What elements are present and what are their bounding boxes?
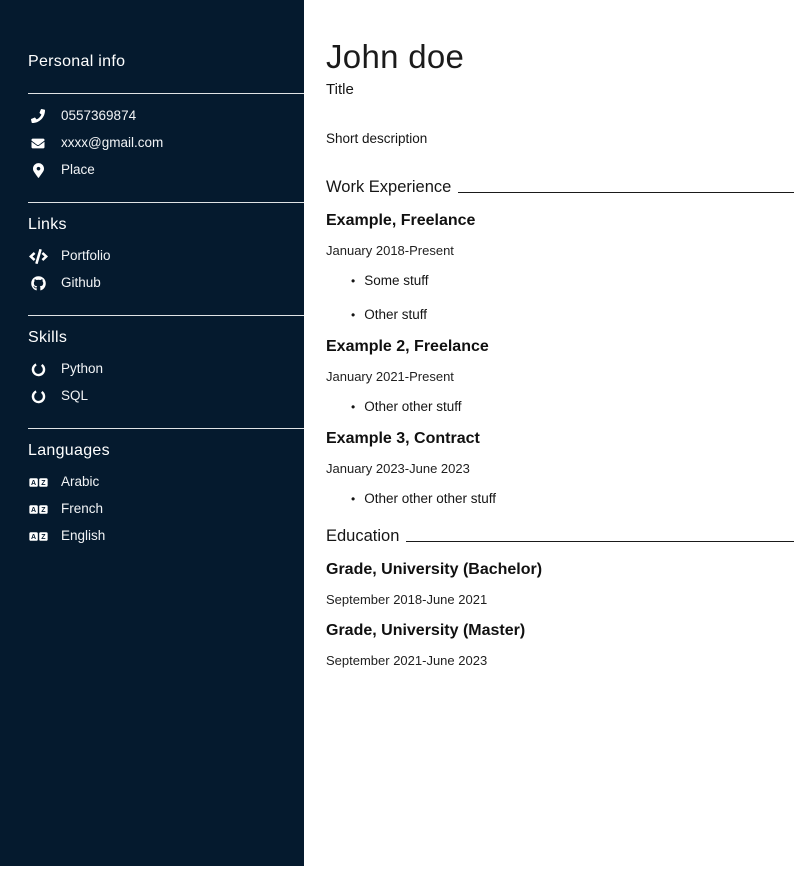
bullet-dot: •	[351, 307, 355, 323]
section-title: Education	[326, 526, 399, 546]
candidate-name: John doe	[326, 38, 794, 76]
bullet-text: Other other stuff	[364, 399, 461, 415]
map-marker-icon	[28, 162, 48, 178]
github-link-label: Github	[61, 275, 101, 291]
job-title: Title	[326, 81, 794, 98]
sidebar: Personal info 0557369874 xxxx@gmail.com …	[0, 0, 304, 866]
education-section-heading: Education	[326, 526, 794, 546]
language-icon: AZ	[28, 501, 48, 517]
circle-notch-icon	[28, 388, 48, 404]
code-icon	[28, 248, 48, 264]
work-experience-section-heading: Work Experience	[326, 177, 794, 197]
divider	[28, 202, 304, 203]
skill-sql-row: SQL	[28, 388, 304, 404]
circle-notch-icon	[28, 361, 48, 377]
list-item: • Other stuff	[351, 307, 794, 323]
education-entry-dates: September 2018-June 2021	[326, 592, 794, 607]
divider	[28, 93, 304, 94]
bullet-text: Some stuff	[364, 273, 428, 289]
section-rule	[458, 192, 794, 193]
language-label: Arabic	[61, 474, 99, 490]
skill-label: SQL	[61, 388, 88, 404]
language-english-row: AZ English	[28, 528, 304, 544]
svg-text:Z: Z	[41, 479, 46, 486]
short-description: Short description	[326, 131, 794, 146]
svg-text:A: A	[31, 506, 36, 513]
bullet-dot: •	[351, 273, 355, 289]
skills-heading: Skills	[28, 328, 304, 347]
links-heading: Links	[28, 215, 304, 234]
bullet-list: • Other other other stuff	[326, 491, 794, 507]
work-entry-dates: January 2021-Present	[326, 369, 794, 384]
link-github[interactable]: Github	[28, 275, 304, 291]
link-portfolio[interactable]: Portfolio	[28, 248, 304, 264]
bullet-dot: •	[351, 399, 355, 415]
portfolio-link-label: Portfolio	[61, 248, 111, 264]
language-french-row: AZ French	[28, 501, 304, 517]
svg-text:Z: Z	[41, 533, 46, 540]
skill-python-row: Python	[28, 361, 304, 377]
svg-text:Z: Z	[41, 506, 46, 513]
list-item: • Some stuff	[351, 273, 794, 289]
list-item: • Other other stuff	[351, 399, 794, 415]
work-entry-dates: January 2018-Present	[326, 243, 794, 258]
language-label: French	[61, 501, 103, 517]
contact-place-row: Place	[28, 162, 304, 178]
main-content: John doe Title Short description Work Ex…	[304, 0, 794, 869]
bullet-dot: •	[351, 491, 355, 507]
skill-label: Python	[61, 361, 103, 377]
work-entry-dates: January 2023-June 2023	[326, 461, 794, 476]
list-item: • Other other other stuff	[351, 491, 794, 507]
bullet-text: Other stuff	[364, 307, 427, 323]
personal-info-heading: Personal info	[28, 52, 304, 71]
education-entry-title: Grade, University (Master)	[326, 621, 794, 640]
language-arabic-row: AZ Arabic	[28, 474, 304, 490]
phone-number: 0557369874	[61, 108, 136, 124]
bullet-list: • Some stuff • Other stuff	[326, 273, 794, 323]
envelope-icon	[28, 135, 48, 151]
svg-text:A: A	[31, 479, 36, 486]
education-entry-title: Grade, University (Bachelor)	[326, 560, 794, 579]
divider	[28, 428, 304, 429]
bullet-list: • Other other stuff	[326, 399, 794, 415]
work-entry-title: Example 2, Freelance	[326, 337, 794, 356]
contact-phone-row: 0557369874	[28, 108, 304, 124]
bullet-text: Other other other stuff	[364, 491, 496, 507]
github-icon	[28, 275, 48, 291]
language-icon: AZ	[28, 474, 48, 490]
resume-page: Personal info 0557369874 xxxx@gmail.com …	[0, 0, 794, 869]
svg-text:A: A	[31, 533, 36, 540]
email-address: xxxx@gmail.com	[61, 135, 163, 151]
languages-heading: Languages	[28, 441, 304, 460]
section-title: Work Experience	[326, 177, 451, 197]
phone-icon	[28, 108, 48, 124]
education-entry-dates: September 2021-June 2023	[326, 653, 794, 668]
work-entry-title: Example 3, Contract	[326, 429, 794, 448]
section-rule	[406, 541, 794, 542]
language-label: English	[61, 528, 105, 544]
work-entry-title: Example, Freelance	[326, 211, 794, 230]
contact-email-row: xxxx@gmail.com	[28, 135, 304, 151]
language-icon: AZ	[28, 528, 48, 544]
place-label: Place	[61, 162, 95, 178]
divider	[28, 315, 304, 316]
